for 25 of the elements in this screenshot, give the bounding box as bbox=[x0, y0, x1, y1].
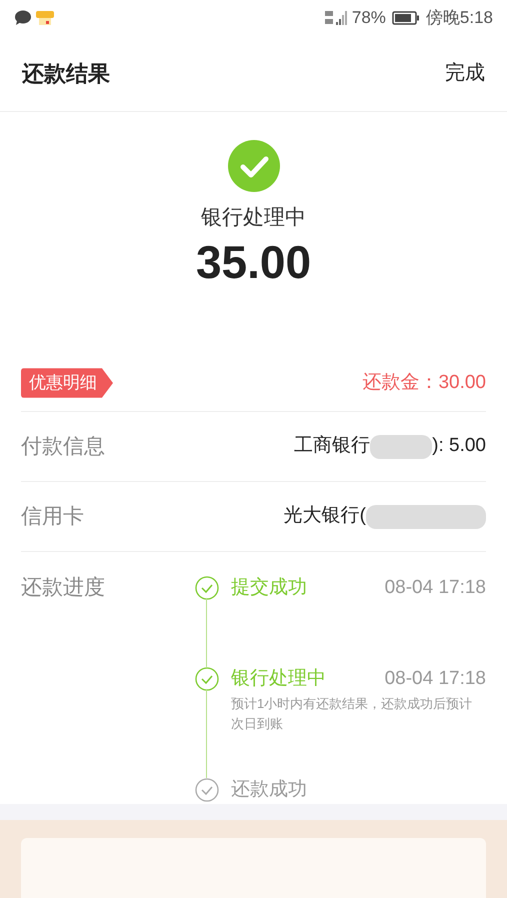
row-label: 还款进度 bbox=[21, 575, 106, 601]
clock: 傍晚5:18 bbox=[426, 6, 493, 29]
bank-name: 工商银行 bbox=[294, 434, 370, 458]
status-text: 银行处理中 bbox=[201, 205, 306, 232]
step-time: 08-04 17:18 bbox=[384, 667, 486, 691]
check-icon bbox=[228, 140, 280, 192]
step-title: 提交成功 bbox=[231, 576, 307, 600]
step-title: 还款成功 bbox=[231, 778, 307, 802]
step-note: 预计1小时内有还款结果，还款成功后预计次日到账 bbox=[231, 694, 474, 732]
step-time: 08-04 17:18 bbox=[384, 576, 486, 600]
chat-icon bbox=[14, 10, 32, 26]
amount: 35.00 bbox=[196, 234, 312, 290]
app-icon bbox=[36, 10, 54, 26]
done-button[interactable]: 完成 bbox=[445, 58, 485, 88]
payment-amount: ): 5.00 bbox=[432, 434, 486, 458]
battery-percent: 78% bbox=[352, 6, 386, 29]
row-label: 信用卡 bbox=[21, 504, 84, 530]
step-title: 银行处理中 bbox=[231, 667, 326, 692]
battery-icon bbox=[392, 10, 420, 25]
signal-icon bbox=[324, 8, 349, 27]
page-title: 还款结果 bbox=[22, 60, 110, 88]
bank-name: 光大银行( bbox=[284, 504, 366, 528]
reward-amount: 还款金：30.00 bbox=[362, 370, 486, 395]
blurred-area bbox=[370, 434, 432, 459]
row-label: 付款信息 bbox=[21, 434, 105, 460]
